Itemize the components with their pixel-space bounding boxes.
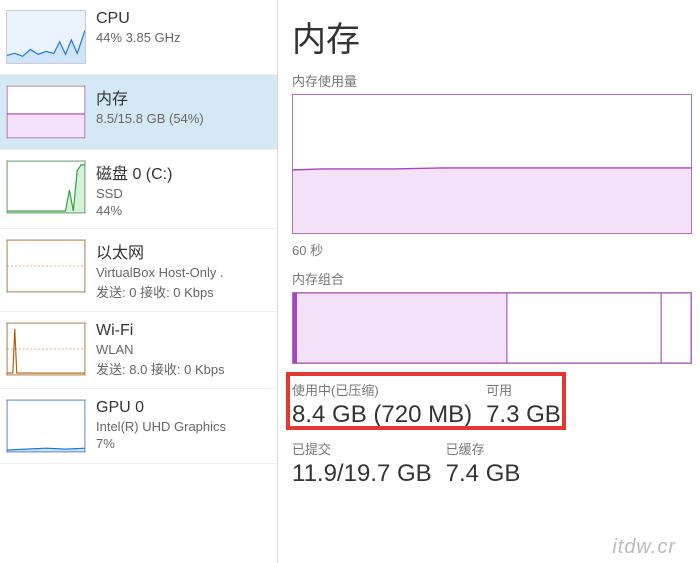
usage-chart-label: 内存使用量 (292, 71, 700, 90)
combo-chart-label: 内存组合 (292, 269, 700, 288)
sidebar-item-cpu[interactable]: CPU 44% 3.85 GHz (0, 0, 277, 75)
sidebar-item-sub2: 44% (96, 203, 172, 218)
stat-cached: 已缓存 7.4 GB (446, 439, 521, 488)
sidebar-item-body: CPU 44% 3.85 GHz (96, 10, 181, 45)
stat-committed-label: 已提交 (292, 439, 432, 458)
stat-available: 可用 7.3 GB (486, 380, 561, 429)
sidebar-item-sub2: 发送: 8.0 接收: 0 Kbps (96, 359, 225, 378)
disk-thumb-icon (6, 160, 86, 214)
sidebar-item-body: GPU 0 Intel(R) UHD Graphics 7% (96, 399, 226, 451)
sidebar-item-sub: VirtualBox Host-Only . (96, 265, 224, 280)
sidebar-item-sub2: 发送: 0 接收: 0 Kbps (96, 282, 224, 301)
stats-grid: 使用中(已压缩) 8.4 GB (720 MB) 可用 7.3 GB 速 已 外… (292, 380, 700, 429)
sidebar-item-sub: SSD (96, 186, 172, 201)
stat-available-label: 可用 (486, 380, 561, 399)
sidebar-item-sub: 44% 3.85 GHz (96, 30, 181, 45)
stats-row-2: 已提交 11.9/19.7 GB 已缓存 7.4 GB (292, 439, 700, 488)
cpu-thumb-icon (6, 10, 86, 64)
sidebar-item-gpu[interactable]: GPU 0 Intel(R) UHD Graphics 7% (0, 389, 277, 464)
stat-in-use-label: 使用中(已压缩) (292, 380, 472, 399)
sidebar-item-body: 以太网 VirtualBox Host-Only . 发送: 0 接收: 0 K… (96, 239, 224, 301)
main-panel: 内存 内存使用量 60 秒 内存组合 使用中(已压缩) 8 (278, 0, 700, 563)
stat-committed-value: 11.9/19.7 GB (292, 460, 432, 488)
sidebar-item-body: 磁盘 0 (C:) SSD 44% (96, 160, 172, 218)
stat-in-use: 使用中(已压缩) 8.4 GB (720 MB) (292, 380, 472, 429)
memory-composition-chart (292, 292, 692, 364)
sidebar-item-sub: Intel(R) UHD Graphics (96, 419, 226, 434)
sidebar-item-title: GPU 0 (96, 399, 226, 417)
sidebar-item-title: 内存 (96, 85, 204, 109)
sidebar-item-ethernet[interactable]: 以太网 VirtualBox Host-Only . 发送: 0 接收: 0 K… (0, 229, 277, 312)
stat-cached-value: 7.4 GB (446, 460, 521, 488)
sidebar-item-wifi[interactable]: Wi-Fi WLAN 发送: 8.0 接收: 0 Kbps (0, 312, 277, 389)
memory-usage-chart (292, 94, 692, 234)
watermark: itdw.cr (612, 536, 676, 559)
stat-available-value: 7.3 GB (486, 401, 561, 429)
time-axis-label: 60 秒 (292, 240, 700, 259)
task-manager-performance: CPU 44% 3.85 GHz 内存 8.5/15.8 GB (54%) 磁盘… (0, 0, 700, 563)
page-title: 内存 (292, 12, 700, 61)
sidebar-item-disk[interactable]: 磁盘 0 (C:) SSD 44% (0, 150, 277, 229)
sidebar-item-body: 内存 8.5/15.8 GB (54%) (96, 85, 204, 126)
wifi-thumb-icon (6, 322, 86, 376)
sidebar-item-title: 以太网 (96, 239, 224, 263)
sidebar-item-body: Wi-Fi WLAN 发送: 8.0 接收: 0 Kbps (96, 322, 225, 378)
stat-in-use-value: 8.4 GB (720 MB) (292, 401, 472, 429)
sidebar-item-sub: 8.5/15.8 GB (54%) (96, 111, 204, 126)
sidebar-item-sub: WLAN (96, 342, 225, 357)
stat-committed: 已提交 11.9/19.7 GB (292, 439, 432, 488)
memory-thumb-icon (6, 85, 86, 139)
gpu-thumb-icon (6, 399, 86, 453)
sidebar-item-title: CPU (96, 10, 181, 28)
ethernet-thumb-icon (6, 239, 86, 293)
stat-cached-label: 已缓存 (446, 439, 521, 458)
sidebar-item-title: 磁盘 0 (C:) (96, 160, 172, 184)
sidebar-item-memory[interactable]: 内存 8.5/15.8 GB (54%) (0, 75, 277, 150)
sidebar-item-sub2: 7% (96, 436, 226, 451)
sidebar-item-title: Wi-Fi (96, 322, 225, 340)
sidebar: CPU 44% 3.85 GHz 内存 8.5/15.8 GB (54%) 磁盘… (0, 0, 278, 563)
